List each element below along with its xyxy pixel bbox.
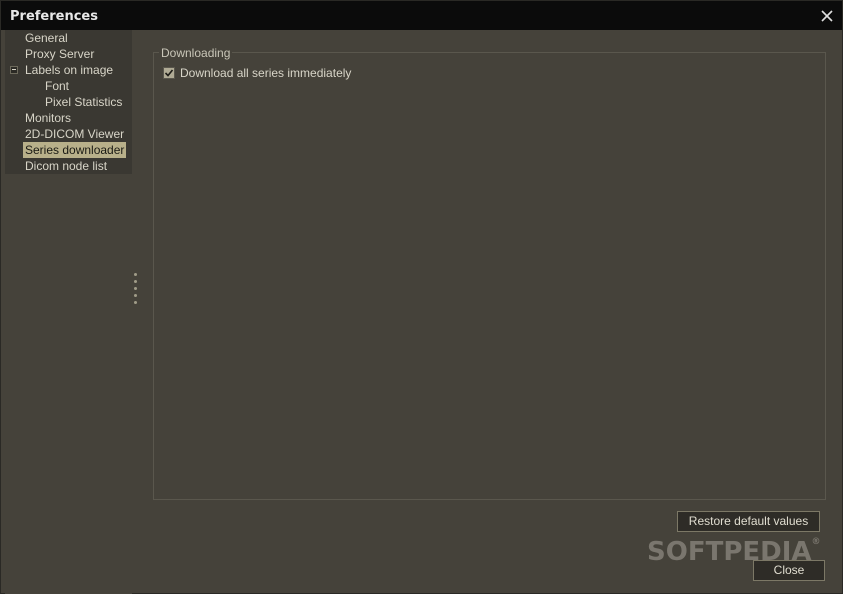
window-title: Preferences — [10, 9, 98, 24]
tree-item-proxy-server[interactable]: Proxy Server — [23, 46, 96, 62]
settings-tree: General Proxy Server Labels on image Fon… — [5, 30, 132, 174]
tree-item-dicom-node-list[interactable]: Dicom node list — [23, 158, 109, 174]
grip-dot — [134, 301, 137, 304]
grip-dot — [134, 273, 137, 276]
grip-dot — [134, 280, 137, 283]
download-all-checkbox[interactable] — [163, 67, 175, 79]
tree-item-font[interactable]: Font — [43, 78, 71, 94]
tree-item-series-downloader[interactable]: Series downloader — [23, 142, 127, 158]
grip-dot — [134, 294, 137, 297]
group-title: Downloading — [159, 46, 233, 60]
preferences-window: Preferences General Proxy Server Labels … — [0, 0, 843, 594]
close-icon[interactable] — [820, 9, 834, 23]
close-button[interactable]: Close — [753, 560, 825, 581]
split-pane-divider[interactable] — [132, 30, 140, 594]
tree-item-monitors[interactable]: Monitors — [23, 110, 73, 126]
tree-item-pixel-statistics[interactable]: Pixel Statistics — [43, 94, 124, 110]
collapse-icon[interactable] — [10, 66, 18, 74]
title-bar[interactable]: Preferences — [1, 1, 842, 30]
checkmark-icon — [164, 69, 174, 77]
downloading-group — [153, 52, 826, 500]
restore-defaults-button[interactable]: Restore default values — [677, 511, 820, 532]
registered-mark: ® — [811, 537, 821, 547]
grip-dot — [134, 287, 137, 290]
settings-sidebar: General Proxy Server Labels on image Fon… — [5, 30, 132, 594]
tree-item-2d-dicom-viewer[interactable]: 2D-DICOM Viewer — [23, 126, 126, 142]
tree-item-labels-on-image[interactable]: Labels on image — [23, 62, 115, 78]
download-all-label[interactable]: Download all series immediately — [180, 66, 351, 80]
tree-item-general[interactable]: General — [23, 30, 70, 46]
